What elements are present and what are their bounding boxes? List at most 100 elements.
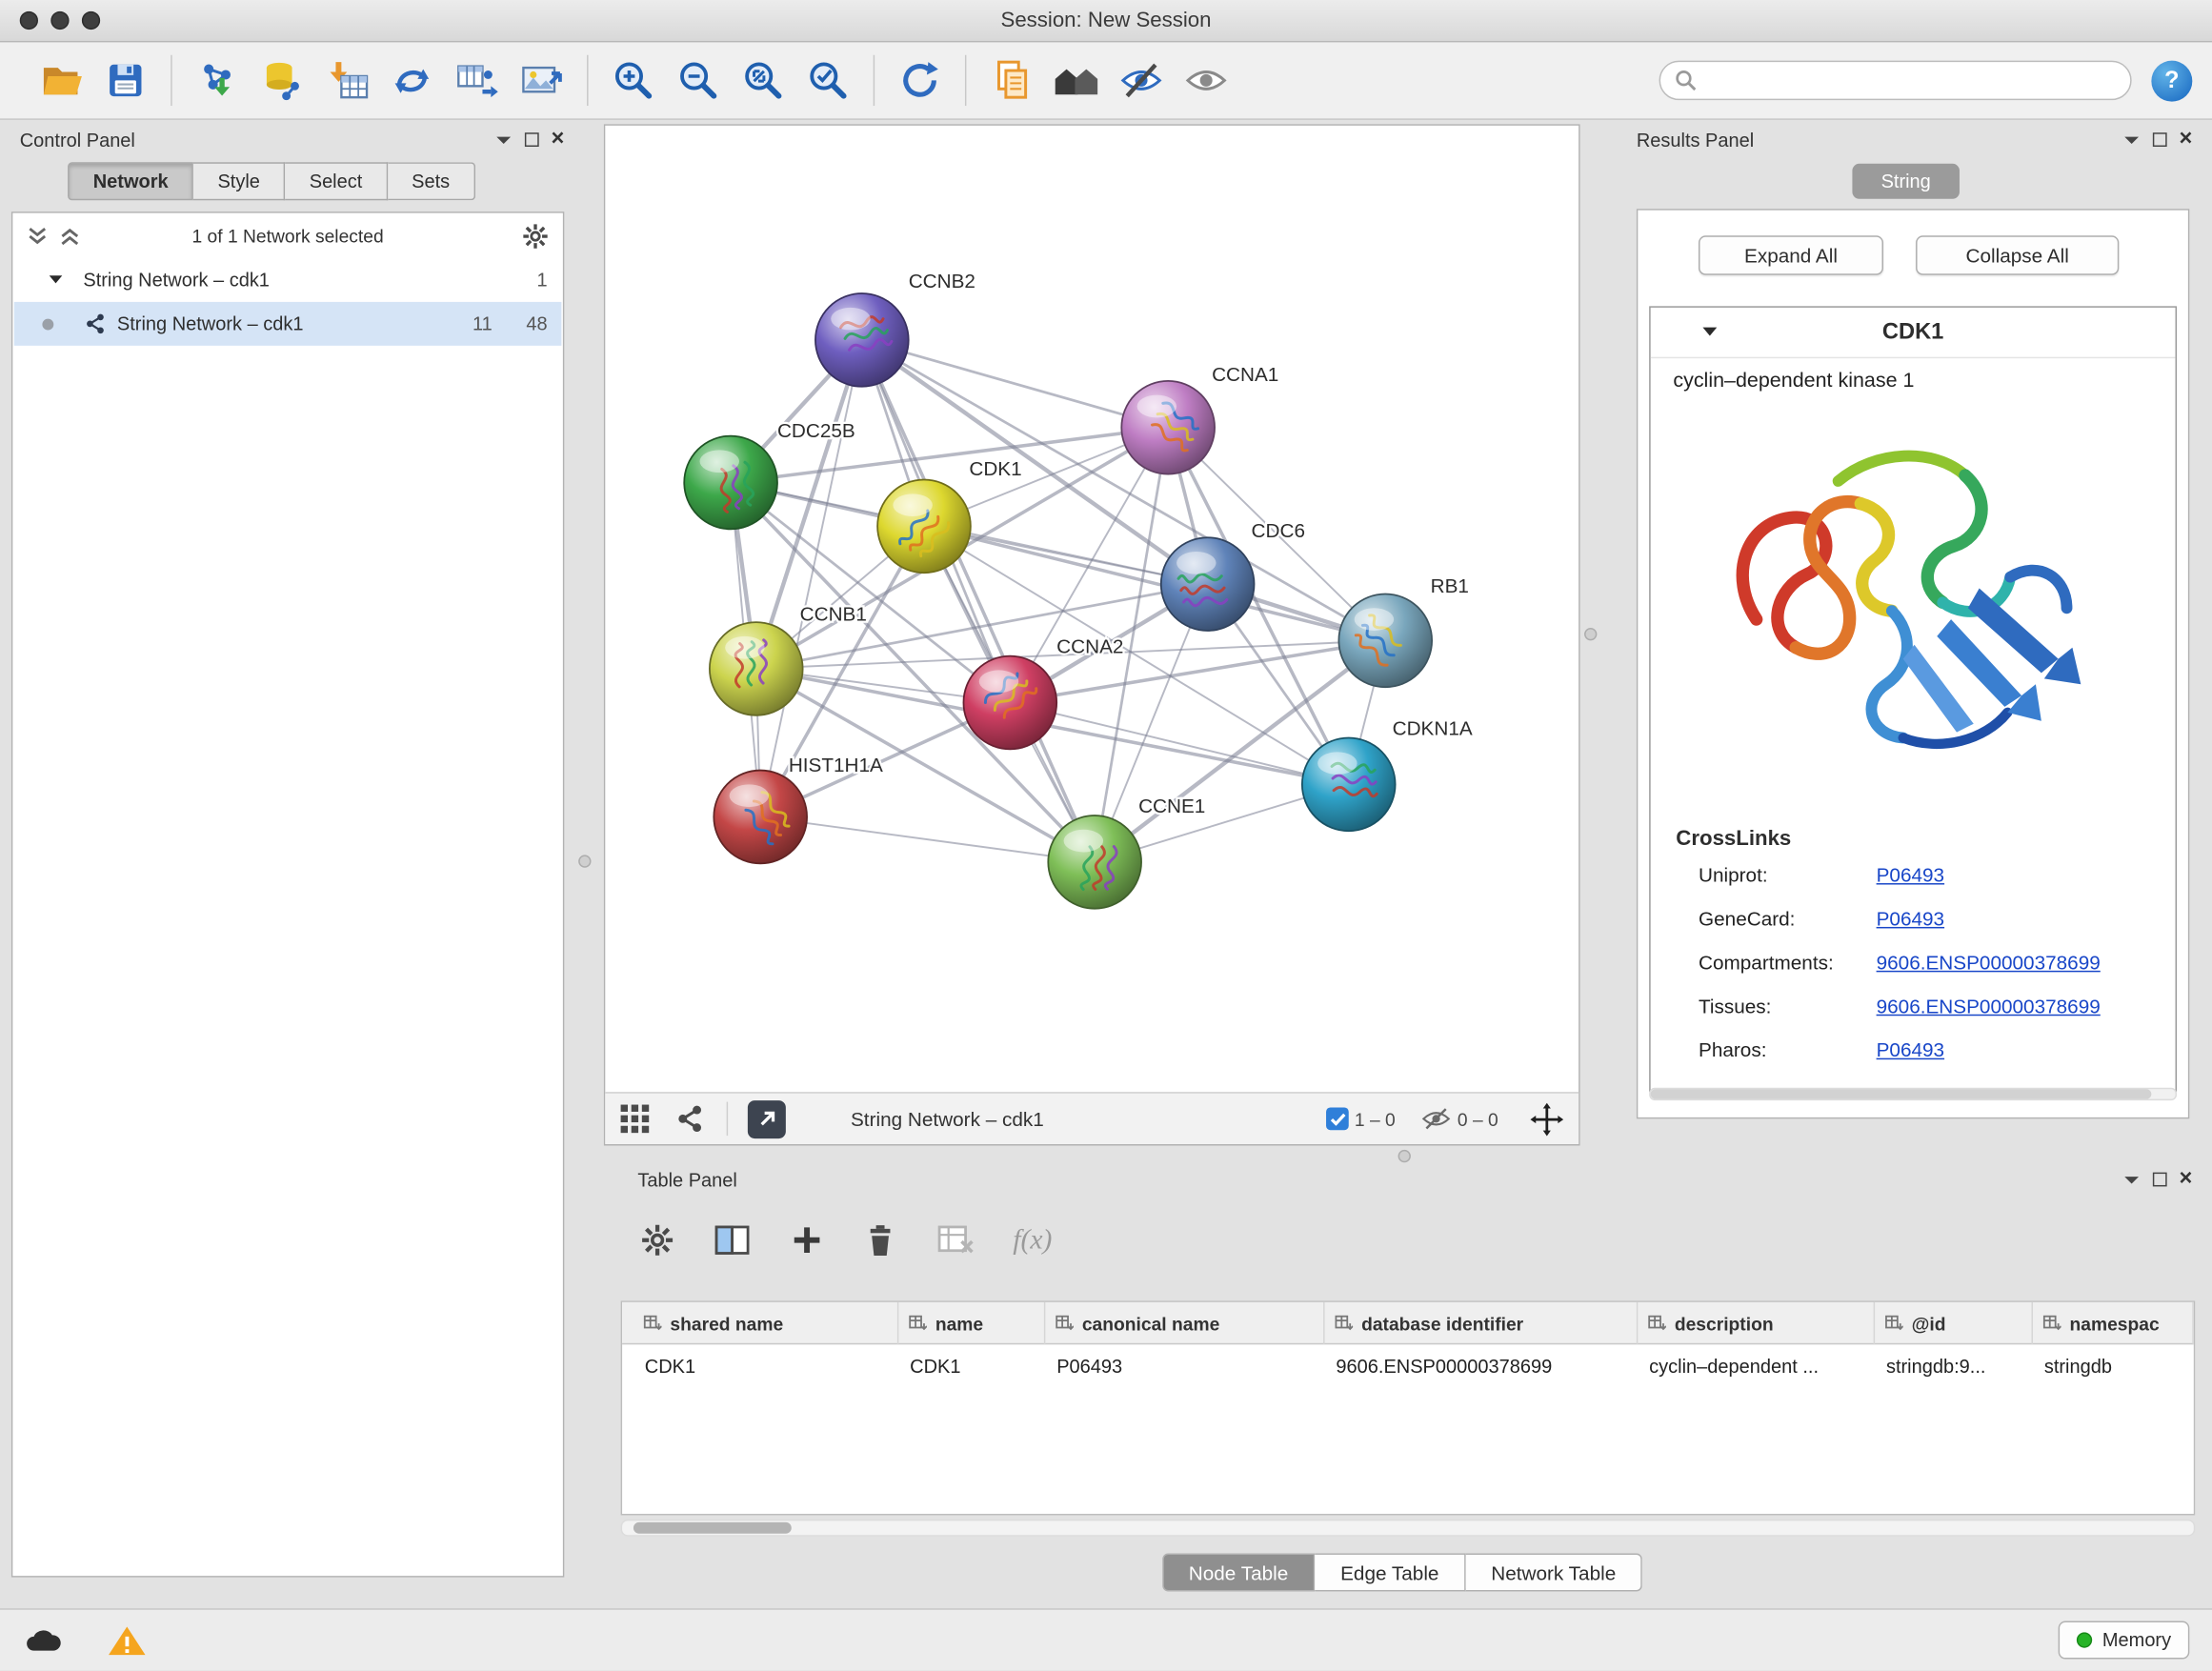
panel-close-icon[interactable]: ×: [552, 132, 565, 147]
collection-expanded-icon[interactable]: [48, 273, 63, 286]
selected-indicator-icon[interactable]: [1326, 1108, 1349, 1131]
pan-move-icon[interactable]: [1529, 1101, 1564, 1137]
splitter-handle-bottom[interactable]: [1398, 1150, 1411, 1162]
delete-table-icon-disabled[interactable]: [936, 1223, 974, 1258]
global-search: [1659, 61, 2132, 100]
export-image-button[interactable]: [510, 48, 574, 112]
tab-style[interactable]: Style: [193, 162, 285, 200]
tab-network-table[interactable]: Network Table: [1466, 1553, 1643, 1591]
crosslink-pharos[interactable]: P06493: [1877, 1038, 1944, 1061]
crosslink-genecard[interactable]: P06493: [1877, 907, 1944, 930]
copy-document-icon: [989, 58, 1034, 103]
zoom-out-button[interactable]: [666, 48, 731, 112]
network-edges[interactable]: [731, 340, 1385, 862]
search-input[interactable]: [1698, 70, 2117, 91]
grid-view-icon[interactable]: [619, 1103, 651, 1135]
sort-column-icon: [1056, 1314, 1074, 1332]
tab-select[interactable]: Select: [286, 162, 388, 200]
splitter-handle-left[interactable]: [578, 855, 591, 867]
first-neighbors-button[interactable]: [1044, 48, 1109, 112]
tab-edge-table[interactable]: Edge Table: [1315, 1553, 1465, 1591]
zoom-fit-button[interactable]: [731, 48, 795, 112]
svg-text:CCNB1: CCNB1: [800, 604, 867, 626]
hidden-indicator-icon[interactable]: [1420, 1106, 1452, 1132]
crosslink-tissues[interactable]: 9606.ENSP00000378699: [1877, 995, 2101, 1017]
svg-text:RB1: RB1: [1431, 575, 1469, 597]
new-network-from-table-button[interactable]: [444, 48, 509, 112]
zoom-selected-button[interactable]: [795, 48, 860, 112]
network-node-rb1[interactable]: RB1: [1338, 575, 1469, 687]
tab-node-table[interactable]: Node Table: [1162, 1553, 1316, 1591]
detach-view-button[interactable]: [748, 1099, 786, 1137]
column-header--id[interactable]: @id: [1875, 1302, 2033, 1344]
network-selection-status: 1 of 1 Network selected: [12, 225, 563, 246]
table-settings-gear-icon[interactable]: [640, 1223, 674, 1258]
column-header-namespac[interactable]: namespac: [2033, 1302, 2194, 1344]
network-node-cdk1[interactable]: CDK1: [877, 458, 1022, 573]
show-columns-icon[interactable]: [714, 1223, 751, 1258]
import-table-button[interactable]: [314, 48, 379, 112]
network-overview-icon[interactable]: [675, 1105, 704, 1134]
network-node-hist1h1a[interactable]: HIST1H1A: [714, 755, 883, 863]
save-session-button[interactable]: [93, 48, 158, 112]
apply-layout-button[interactable]: [887, 48, 952, 112]
collapse-all-button[interactable]: Collapse All: [1916, 235, 2119, 274]
gear-icon[interactable]: [522, 222, 549, 249]
network-canvas[interactable]: CCNB2CCNA1CDC25BCDK1CDC6RB1CCNB1CCNA2CDK…: [605, 126, 1579, 1092]
zoom-out-icon: [675, 58, 720, 103]
refresh-icon: [897, 58, 942, 103]
entry-collapse-icon[interactable]: [1701, 326, 1719, 338]
hide-selected-button[interactable]: [1109, 48, 1174, 112]
table-cell: P06493: [1045, 1344, 1324, 1386]
network-collection-row[interactable]: String Network – cdk1 1: [14, 258, 562, 302]
string-results-card: Expand All Collapse All CDK1 cyclin–depe…: [1637, 209, 2190, 1118]
tab-sets[interactable]: Sets: [388, 162, 475, 200]
network-node-ccnb2[interactable]: CCNB2: [815, 271, 975, 387]
control-panel-tabs: Network Style Select Sets: [68, 162, 475, 200]
tab-string[interactable]: String: [1852, 164, 1960, 199]
warning-icon[interactable]: [108, 1623, 147, 1658]
panel-float-icon[interactable]: [2152, 132, 2166, 147]
crosslink-compartments[interactable]: 9606.ENSP00000378699: [1877, 951, 2101, 974]
crosslink-uniprot[interactable]: P06493: [1877, 863, 1944, 886]
memory-button[interactable]: Memory: [2059, 1621, 2189, 1660]
network-view-panel: CCNB2CCNA1CDC25BCDK1CDC6RB1CCNB1CCNA2CDK…: [604, 124, 1580, 1145]
show-all-button[interactable]: [1174, 48, 1238, 112]
column-header-name[interactable]: name: [898, 1302, 1045, 1344]
network-row[interactable]: String Network – cdk1 11 48: [14, 302, 562, 346]
tab-network[interactable]: Network: [68, 162, 193, 200]
panel-close-icon[interactable]: ×: [2179, 1173, 2192, 1187]
open-session-button[interactable]: [29, 48, 93, 112]
import-network-file-button[interactable]: [185, 48, 250, 112]
import-network-database-button[interactable]: [250, 48, 314, 112]
column-header-description[interactable]: description: [1638, 1302, 1875, 1344]
sort-column-icon: [1884, 1314, 1902, 1332]
zoom-in-button[interactable]: [601, 48, 666, 112]
cloud-icon[interactable]: [23, 1624, 65, 1656]
network-node-ccnb1[interactable]: CCNB1: [710, 604, 867, 715]
panel-close-icon[interactable]: ×: [2179, 132, 2192, 147]
function-builder-icon[interactable]: f(x): [1013, 1224, 1052, 1257]
results-horizontal-scrollbar[interactable]: [1649, 1088, 2177, 1100]
splitter-handle-right[interactable]: [1584, 628, 1597, 640]
column-header-database-identifier[interactable]: database identifier: [1325, 1302, 1639, 1344]
column-header-shared-name[interactable]: shared name: [633, 1302, 898, 1344]
network-node-cdkn1a[interactable]: CDKN1A: [1302, 718, 1473, 832]
table-toolbar: f(x): [640, 1212, 1052, 1268]
new-network-button[interactable]: [379, 48, 444, 112]
panel-menu-icon[interactable]: [494, 133, 512, 146]
panel-menu-icon[interactable]: [2122, 133, 2140, 146]
panel-menu-icon[interactable]: [2122, 1173, 2140, 1185]
network-from-table-icon: [454, 58, 499, 103]
svg-text:CCNB2: CCNB2: [909, 271, 975, 292]
table-horizontal-scrollbar[interactable]: [621, 1520, 2196, 1537]
network-node-ccna1[interactable]: CCNA1: [1121, 364, 1278, 474]
help-button[interactable]: ?: [2151, 60, 2192, 101]
delete-column-trash-icon[interactable]: [863, 1221, 897, 1258]
panel-float-icon[interactable]: [2152, 1173, 2166, 1187]
panel-float-icon[interactable]: [524, 132, 538, 147]
copy-document-button[interactable]: [979, 48, 1044, 112]
expand-all-button[interactable]: Expand All: [1699, 235, 1883, 274]
add-column-icon[interactable]: [790, 1223, 824, 1258]
column-header-canonical-name[interactable]: canonical name: [1045, 1302, 1324, 1344]
